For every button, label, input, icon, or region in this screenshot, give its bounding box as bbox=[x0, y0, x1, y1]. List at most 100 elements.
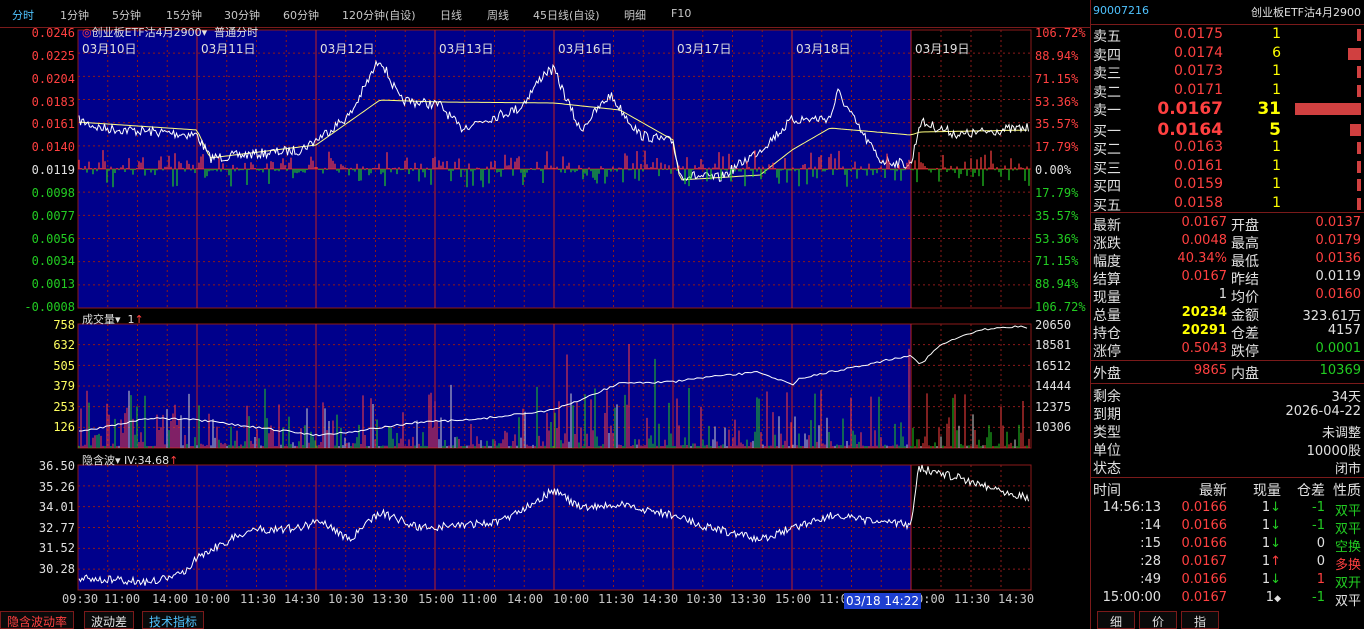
inner-value: 10369 bbox=[1319, 363, 1361, 378]
level-label: 买四 bbox=[1093, 179, 1121, 195]
info-label: 剩余 bbox=[1093, 389, 1121, 405]
trade-time: :28 bbox=[1140, 554, 1161, 569]
stat-label: 金额 bbox=[1231, 308, 1259, 324]
info-value: 未调整 bbox=[1321, 426, 1361, 441]
info-label: 类型 bbox=[1093, 425, 1121, 441]
volume-left-axis-label: 126 bbox=[53, 420, 75, 434]
stat-value: 0.0179 bbox=[1315, 233, 1362, 248]
orderbook-row[interactable]: 买二 0.0163 1 bbox=[1091, 139, 1364, 158]
price-left-axis-label: 0.0098 bbox=[31, 185, 75, 200]
trade-nature: 双平 bbox=[1334, 522, 1361, 537]
indicator-tab-1[interactable]: 波动差 bbox=[84, 611, 135, 629]
volume-sub-label: 1 bbox=[127, 313, 135, 326]
info-row: 到期 2026-04-22 bbox=[1091, 404, 1364, 423]
price-right-axis-label: 71.15% bbox=[1035, 71, 1079, 86]
orderbook-row[interactable]: 买一 0.0164 5 bbox=[1091, 120, 1364, 140]
chart-area[interactable] bbox=[0, 0, 1090, 611]
trade-price: 0.0166 bbox=[1181, 572, 1228, 587]
price-right-axis-label: 53.36% bbox=[1035, 231, 1079, 246]
stat-label: 幅度 bbox=[1093, 254, 1121, 270]
dropdown-arrow-icon: ▾ bbox=[115, 313, 121, 326]
orderbook-row[interactable]: 买三 0.0161 1 bbox=[1091, 157, 1364, 177]
level-label: 卖一 bbox=[1093, 103, 1121, 119]
level-qty: 1 bbox=[1272, 63, 1281, 79]
trade-header: 时间 最新 现量 仓差 性质 bbox=[1091, 480, 1364, 499]
level-label: 卖二 bbox=[1093, 84, 1121, 101]
down-arrow-icon: ↓ bbox=[1270, 572, 1281, 587]
info-value: 10000股 bbox=[1306, 444, 1361, 459]
volume-pane-title[interactable]: 成交量▾ 1↑ bbox=[82, 311, 144, 327]
quote-header: 90007216 创业板ETF沽4月2900 bbox=[1091, 4, 1364, 22]
stat-value: 4157 bbox=[1327, 323, 1361, 338]
orderbook-row[interactable]: 卖二 0.0171 1 bbox=[1091, 82, 1364, 101]
price-right-axis-label: 17.79% bbox=[1035, 185, 1079, 200]
price-left-axis-label: 0.0246 bbox=[31, 26, 75, 40]
price-left-axis-label: 0.0183 bbox=[31, 94, 75, 109]
iv-left-axis-label: 30.28 bbox=[38, 562, 75, 576]
stat-label: 开盘 bbox=[1231, 218, 1259, 234]
volume-right-axis-label: 14444 bbox=[1035, 379, 1072, 394]
time-tick: 14:30 bbox=[284, 592, 321, 606]
level-qty: 1 bbox=[1272, 157, 1281, 174]
iv-left-axis-label: 31.52 bbox=[38, 541, 75, 556]
orderbook-row[interactable]: 卖五 0.0175 1 bbox=[1091, 26, 1364, 45]
volume-right-axis-label: 10306 bbox=[1035, 420, 1072, 434]
panel-tab-0[interactable]: 细 bbox=[1097, 611, 1135, 629]
price-right-axis-label: 106.72% bbox=[1035, 300, 1086, 314]
time-tick: 10:00 bbox=[553, 592, 590, 606]
orderbook-row[interactable]: 卖四 0.0174 6 bbox=[1091, 44, 1364, 64]
level-qty: 31 bbox=[1257, 99, 1281, 119]
stat-row: 涨停 0.5043 跌停 0.0001 bbox=[1091, 341, 1364, 360]
iv-pane-title[interactable]: 隐含波▾ IV:34.68↑ bbox=[82, 452, 178, 468]
date-label: 03月19日 bbox=[915, 42, 970, 56]
orderbook-row[interactable]: 卖三 0.0173 1 bbox=[1091, 63, 1364, 82]
price-pane-title[interactable]: ◎创业板ETF沽4月2900▾ 普通分时 bbox=[82, 24, 258, 40]
trade-price: 0.0166 bbox=[1181, 536, 1228, 551]
orderbook-row[interactable]: 卖一 0.0167 31 bbox=[1091, 99, 1364, 119]
trade-header-cell: 最新 bbox=[1199, 483, 1227, 499]
trade-row: :28 0.0167 1↑ 0 多换 bbox=[1091, 554, 1364, 573]
trade-header-cell: 时间 bbox=[1093, 483, 1121, 499]
volume-right-axis-label: 20650 bbox=[1035, 318, 1072, 332]
level-price: 0.0174 bbox=[1174, 44, 1223, 61]
panel-tab-1[interactable]: 价 bbox=[1139, 611, 1177, 629]
security-name: 创业板ETF沽4月2900 bbox=[91, 26, 202, 39]
divider bbox=[1091, 477, 1364, 478]
panel-tab-2[interactable]: 指 bbox=[1181, 611, 1219, 629]
depth-bar bbox=[1357, 160, 1361, 173]
time-tick: 13:30 bbox=[372, 592, 409, 606]
stat-value: 0.5043 bbox=[1181, 341, 1228, 356]
indicator-tab-0[interactable]: 隐含波动率 bbox=[0, 611, 75, 629]
depth-bar bbox=[1348, 47, 1361, 60]
stat-value: 0.0001 bbox=[1315, 341, 1362, 356]
level-qty: 1 bbox=[1272, 176, 1281, 192]
price-right-axis-label: 35.57% bbox=[1035, 117, 1079, 132]
date-label: 03月13日 bbox=[439, 42, 494, 56]
trade-row: :15 0.0166 1↓ 0 空换 bbox=[1091, 536, 1364, 555]
stat-row: 涨跌 0.0048 最高 0.0179 bbox=[1091, 233, 1364, 252]
trade-time: 14:56:13 bbox=[1102, 500, 1161, 515]
orderbook-row[interactable]: 买五 0.0158 1 bbox=[1091, 195, 1364, 214]
stat-value: 0.0048 bbox=[1181, 233, 1228, 248]
depth-bar bbox=[1357, 179, 1361, 191]
divider bbox=[1091, 212, 1364, 213]
stat-value: 0.0167 bbox=[1181, 215, 1228, 230]
trade-header-cell: 现量 bbox=[1253, 483, 1281, 499]
trade-row: :49 0.0166 1↓ 1 双开 bbox=[1091, 572, 1364, 591]
stat-value: 0.0119 bbox=[1315, 269, 1362, 284]
divider bbox=[1091, 24, 1364, 25]
stat-row: 总量 20234 金额 323.61万 bbox=[1091, 305, 1364, 324]
stat-row: 幅度 40.34% 最低 0.0136 bbox=[1091, 251, 1364, 270]
trade-diff: -1 bbox=[1312, 590, 1325, 605]
stat-label: 总量 bbox=[1093, 308, 1121, 324]
time-tick: 14:00 bbox=[152, 592, 189, 606]
stat-label: 最高 bbox=[1231, 236, 1259, 252]
trade-qty-value: 1 bbox=[1265, 590, 1275, 605]
trade-qty: 1◆ bbox=[1266, 590, 1281, 605]
orderbook-row[interactable]: 买四 0.0159 1 bbox=[1091, 176, 1364, 195]
indicator-tab-2[interactable]: 技术指标 bbox=[142, 611, 205, 629]
info-label: 状态 bbox=[1093, 461, 1121, 477]
time-tick: 11:00 bbox=[104, 592, 141, 606]
iv-label: 隐含波 bbox=[82, 454, 115, 467]
level-price: 0.0163 bbox=[1174, 139, 1223, 155]
